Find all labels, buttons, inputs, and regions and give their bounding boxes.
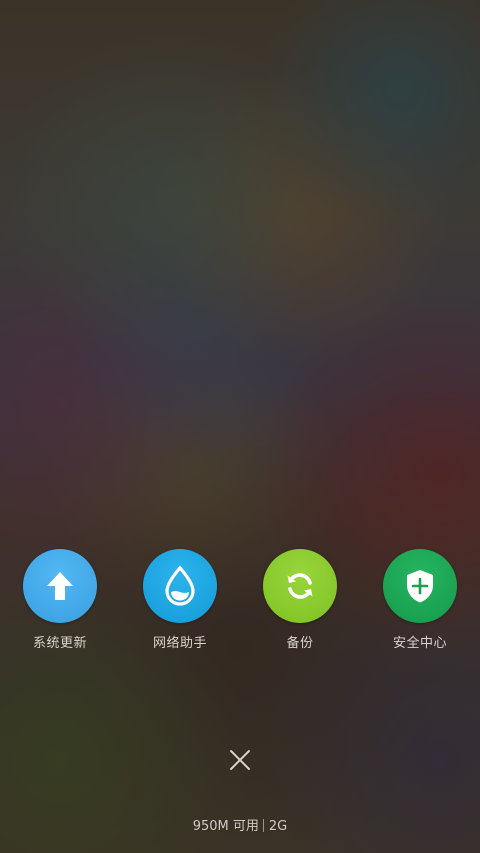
network-assistant-shortcut[interactable]: 网络助手	[120, 549, 240, 659]
memory-status: 950M 可用 2G	[0, 818, 480, 836]
backup-button[interactable]	[263, 549, 337, 623]
network-assistant-label: 网络助手	[152, 636, 207, 651]
close-icon	[230, 750, 250, 770]
shortcut-row: 系统更新 网络助手 备份 安全中心	[0, 549, 480, 659]
memory-divider	[262, 819, 264, 832]
water-drop-icon	[165, 565, 195, 606]
security-center-shortcut[interactable]: 安全中心	[360, 549, 480, 659]
blurred-wallpaper	[0, 0, 480, 853]
security-center-label: 安全中心	[392, 636, 447, 651]
memory-total: 2G	[268, 819, 288, 834]
close-button[interactable]	[222, 742, 258, 778]
sync-icon	[287, 573, 313, 599]
system-update-label: 系统更新	[32, 636, 87, 651]
arrow-up-icon	[47, 572, 73, 600]
security-center-button[interactable]	[383, 549, 457, 623]
backup-label: 备份	[286, 636, 314, 651]
network-assistant-button[interactable]	[143, 549, 217, 623]
memory-available: 950M 可用	[192, 819, 259, 834]
system-update-button[interactable]	[23, 549, 97, 623]
backup-shortcut[interactable]: 备份	[240, 549, 360, 659]
shield-plus-icon	[407, 570, 433, 603]
system-update-shortcut[interactable]: 系统更新	[0, 549, 120, 659]
